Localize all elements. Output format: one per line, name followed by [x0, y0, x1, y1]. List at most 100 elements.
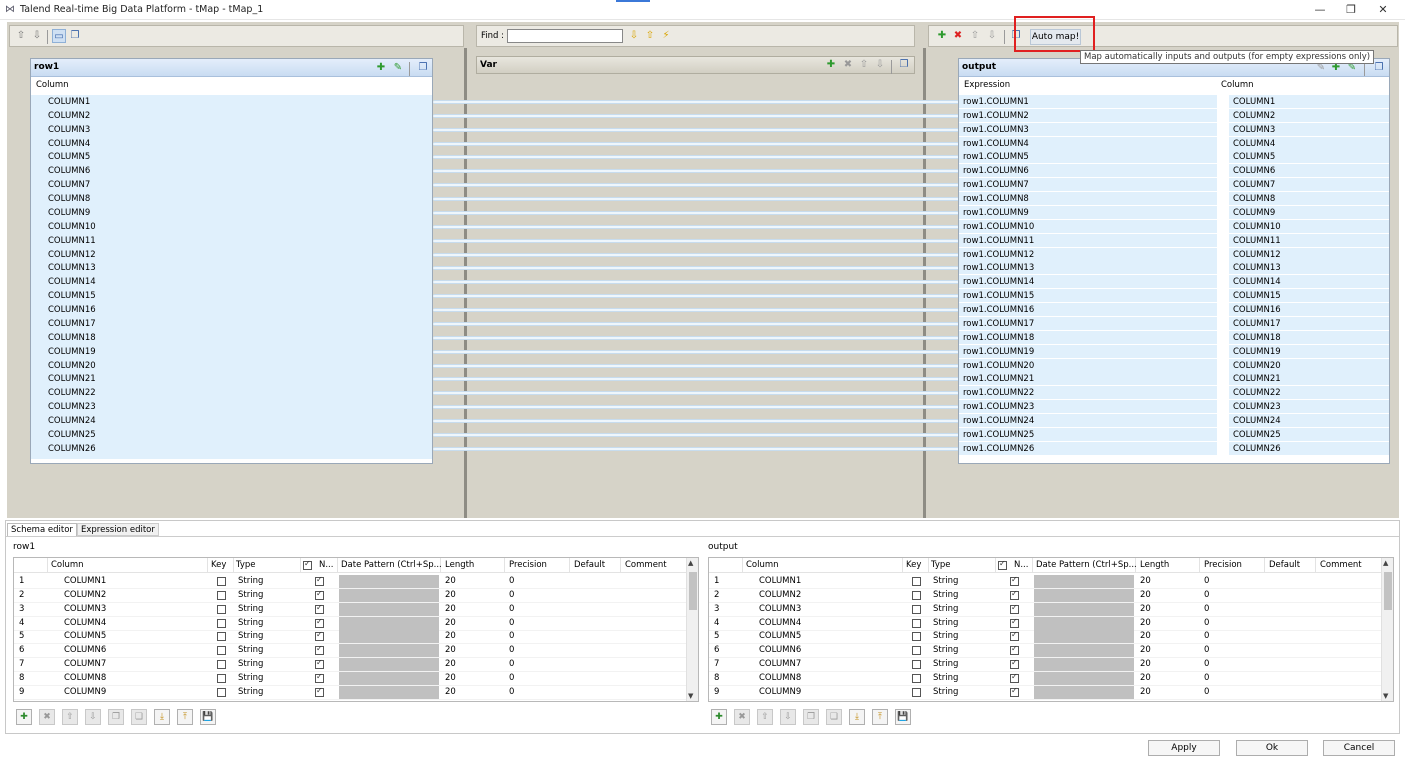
date-pattern-cell[interactable] [339, 685, 439, 699]
mapping-link[interactable] [433, 432, 959, 437]
mapping-link[interactable] [433, 446, 959, 451]
output-expression-cell[interactable]: row1.COLUMN16 [959, 303, 1217, 317]
nullable-checkbox[interactable] [1010, 603, 1019, 614]
schema-header-cell[interactable]: N... [319, 560, 333, 570]
scroll-up-icon[interactable]: ▲ [688, 559, 693, 567]
output-expression-cell[interactable]: row1.COLUMN17 [959, 316, 1217, 330]
output-expression-cell[interactable]: row1.COLUMN9 [959, 205, 1217, 219]
mapping-link[interactable] [433, 294, 959, 299]
cancel-button[interactable]: Cancel [1323, 740, 1395, 756]
date-pattern-cell[interactable] [1034, 575, 1134, 588]
date-pattern-cell[interactable] [1034, 588, 1134, 602]
mapping-link[interactable] [433, 280, 959, 285]
key-checkbox[interactable] [217, 674, 226, 684]
key-checkbox[interactable] [217, 632, 226, 642]
input-column-row[interactable]: COLUMN19 [48, 345, 96, 359]
apply-button[interactable]: Apply [1148, 740, 1220, 756]
left-row-down-icon[interactable]: ⇩ [85, 709, 101, 725]
input-column-row[interactable]: COLUMN12 [48, 248, 96, 262]
schema-row[interactable]: 5 COLUMN5 String 20 0 [14, 630, 698, 645]
output-column-cell[interactable]: COLUMN11 [1229, 233, 1389, 247]
mapping-link[interactable] [433, 377, 959, 382]
minimize-tables-icon[interactable]: ▭ [52, 29, 66, 43]
right-paste-row-icon[interactable]: ❏ [826, 709, 842, 725]
output-column-cell[interactable]: COLUMN26 [1229, 441, 1389, 455]
schema-row[interactable]: 9 COLUMN9 String 20 0 [709, 685, 1393, 700]
schema-row[interactable]: 3 COLUMN3 String 20 0 [709, 602, 1393, 617]
output-expression-cell[interactable]: row1.COLUMN18 [959, 330, 1217, 344]
schema-header-cell[interactable]: Comment [625, 560, 667, 570]
right-import-schema-icon[interactable]: ⤓ [849, 709, 865, 725]
scroll-down-icon[interactable]: ▼ [688, 692, 693, 700]
mapping-link[interactable] [433, 391, 959, 396]
input-column-row[interactable]: COLUMN16 [48, 303, 96, 317]
input-column-row[interactable]: COLUMN26 [48, 442, 96, 456]
schema-header-cell[interactable]: Type [931, 560, 951, 570]
mapping-link[interactable] [433, 224, 959, 229]
schema-row[interactable]: 7 COLUMN7 String 20 0 [709, 658, 1393, 673]
input-column-row[interactable]: COLUMN13 [48, 261, 96, 275]
schema-header-cell[interactable]: Key [211, 560, 226, 570]
date-pattern-cell[interactable] [339, 658, 439, 672]
output-expression-cell[interactable]: row1.COLUMN14 [959, 275, 1217, 289]
input-column-row[interactable]: COLUMN21 [48, 372, 96, 386]
key-checkbox[interactable] [912, 646, 921, 656]
mapping-link[interactable] [433, 210, 959, 215]
right-export-schema-icon[interactable]: ⤒ [872, 709, 888, 725]
date-pattern-cell[interactable] [1034, 602, 1134, 616]
scroll-thumb[interactable] [689, 572, 697, 610]
nullable-checkbox[interactable] [1010, 672, 1019, 684]
output-column-cell[interactable]: COLUMN19 [1229, 344, 1389, 358]
output-column-cell[interactable]: COLUMN23 [1229, 400, 1389, 414]
date-pattern-cell[interactable] [1034, 616, 1134, 630]
output-expression-cell[interactable]: row1.COLUMN13 [959, 261, 1217, 275]
input-column-row[interactable]: COLUMN1 [48, 95, 90, 109]
date-pattern-cell[interactable] [1034, 644, 1134, 658]
input-column-row[interactable]: COLUMN25 [48, 428, 96, 442]
key-checkbox[interactable] [217, 590, 226, 600]
output-expression-cell[interactable]: row1.COLUMN7 [959, 178, 1217, 192]
nullable-checkbox[interactable] [1010, 575, 1019, 586]
schema-row[interactable]: 1 COLUMN1 String 20 0 [14, 575, 698, 589]
schema-scrollbar[interactable]: ▲ ▼ [686, 558, 698, 701]
output-expression-cell[interactable]: row1.COLUMN11 [959, 233, 1217, 247]
output-column-cell[interactable]: COLUMN24 [1229, 414, 1389, 427]
display-mode-icon[interactable]: ❐ [68, 29, 82, 43]
mapping-link[interactable] [433, 405, 959, 410]
output-column-cell[interactable]: COLUMN15 [1229, 289, 1389, 303]
key-checkbox[interactable] [217, 618, 226, 628]
input-column-row[interactable]: COLUMN4 [48, 137, 90, 151]
scroll-up-icon[interactable]: ▲ [1383, 559, 1388, 567]
nullable-checkbox[interactable] [1010, 658, 1019, 670]
input-column-row[interactable]: COLUMN22 [48, 386, 96, 400]
input-column-row[interactable]: COLUMN14 [48, 275, 96, 289]
schema-header-cell[interactable]: Type [236, 560, 256, 570]
output-column-cell[interactable]: COLUMN3 [1229, 122, 1389, 136]
output-column-cell[interactable]: COLUMN22 [1229, 386, 1389, 400]
schema-header-cell[interactable]: Precision [1204, 560, 1242, 570]
input-column-row[interactable]: COLUMN11 [48, 234, 96, 248]
mapping-link[interactable] [433, 238, 959, 243]
output-expression-cell[interactable]: row1.COLUMN20 [959, 358, 1217, 372]
nullable-checkbox[interactable] [1010, 644, 1019, 656]
key-checkbox[interactable] [912, 604, 921, 614]
input-table-minimize-icon[interactable]: ❐ [416, 61, 430, 75]
key-checkbox[interactable] [912, 674, 921, 684]
output-column-cell[interactable]: COLUMN14 [1229, 275, 1389, 289]
mapping-link[interactable] [433, 252, 959, 257]
input-column-row[interactable]: COLUMN8 [48, 192, 90, 206]
right-copy-row-icon[interactable]: ❐ [803, 709, 819, 725]
nullable-checkbox[interactable] [315, 672, 324, 684]
mapping-link[interactable] [433, 141, 959, 146]
input-column-row[interactable]: COLUMN7 [48, 178, 90, 192]
left-save-schema-icon[interactable]: 💾 [200, 709, 216, 725]
output-expression-cell[interactable]: row1.COLUMN23 [959, 400, 1217, 414]
schema-header-cell[interactable]: Length [1140, 560, 1169, 570]
schema-header-cell[interactable]: Key [906, 560, 921, 570]
output-column-cell[interactable]: COLUMN4 [1229, 136, 1389, 150]
schema-row[interactable]: 9 COLUMN9 String 20 0 [14, 685, 698, 700]
input-column-row[interactable]: COLUMN24 [48, 414, 96, 428]
output-up-icon[interactable]: ⇧ [968, 29, 982, 43]
nullable-checkbox[interactable] [315, 630, 324, 642]
input-column-row[interactable]: COLUMN3 [48, 123, 90, 137]
